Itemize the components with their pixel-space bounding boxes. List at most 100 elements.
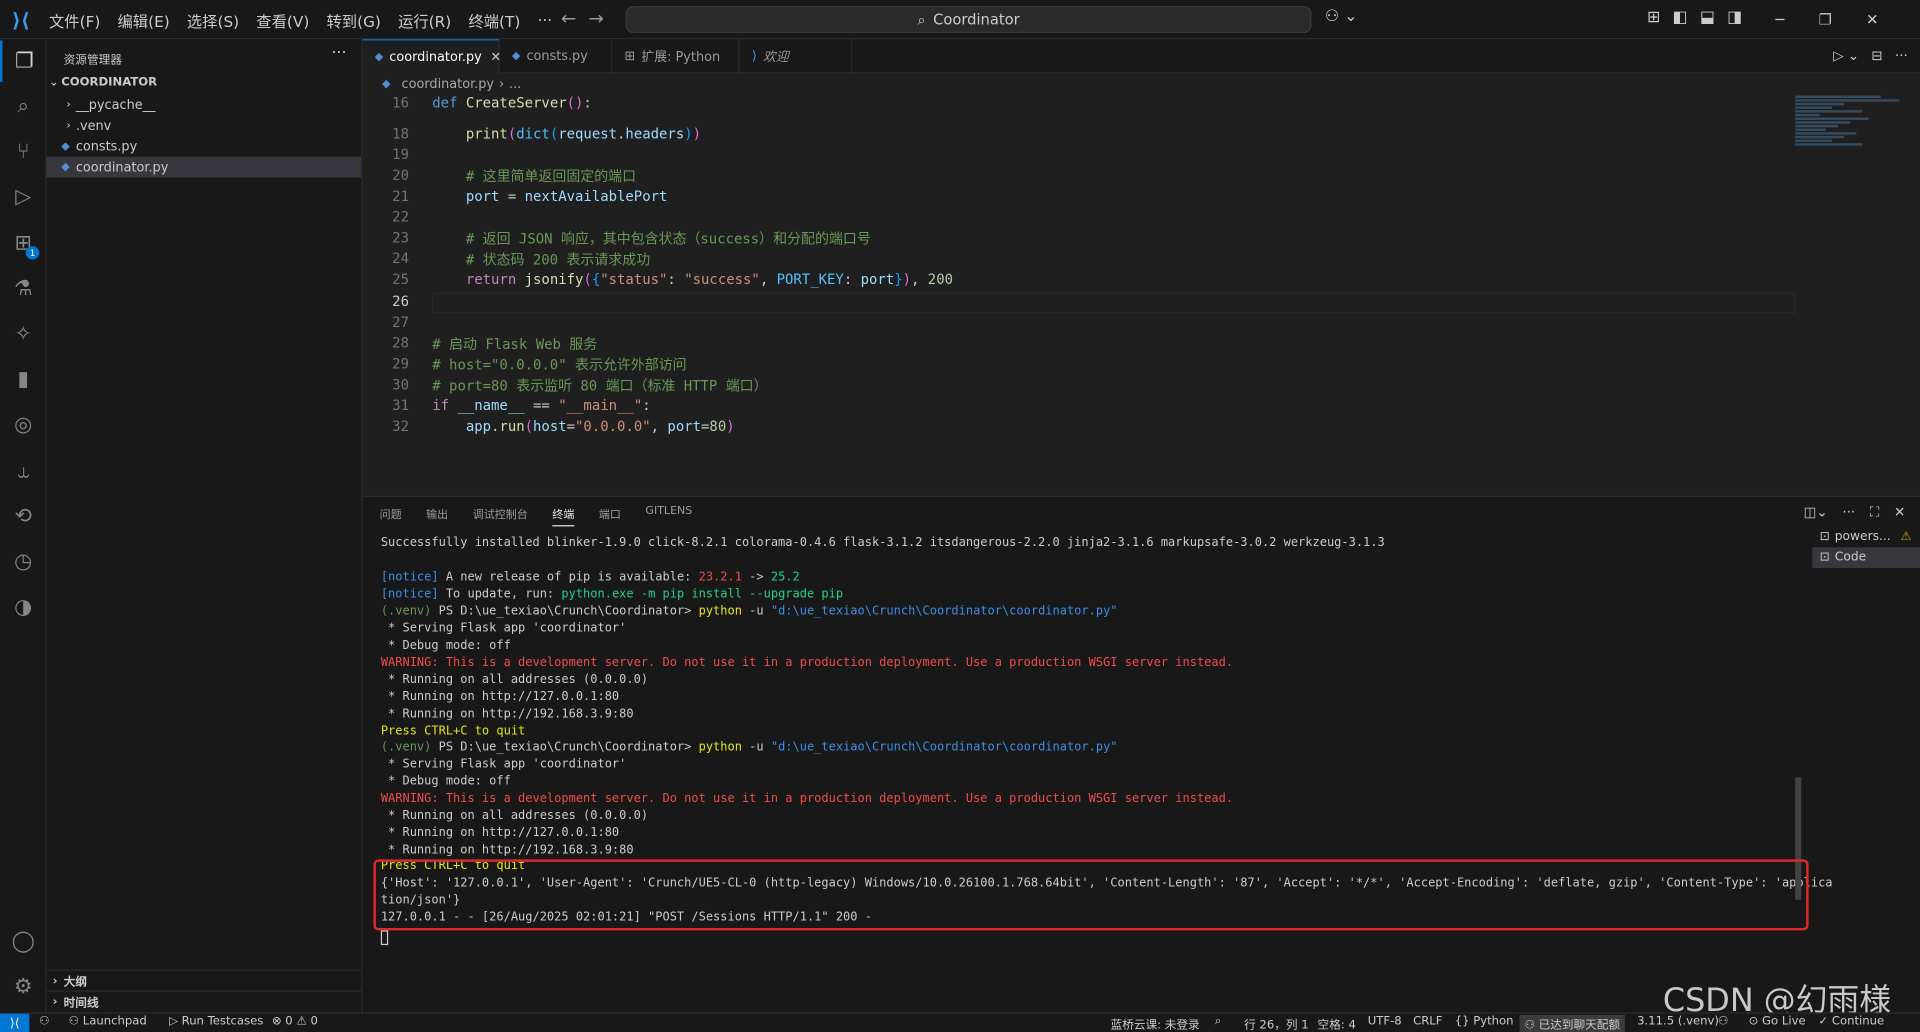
split-editor-icon[interactable]: ⊟ xyxy=(1871,48,1882,64)
explorer-icon[interactable]: ❐ xyxy=(0,40,47,83)
tree-item-consts[interactable]: ◆ consts.py xyxy=(47,136,362,157)
line-number: 22 xyxy=(392,208,409,226)
timeline-section[interactable]: › 时间线 xyxy=(46,990,362,1011)
breadcrumb-file[interactable]: coordinator.py xyxy=(402,77,495,92)
tree-item-venv[interactable]: › .venv xyxy=(47,115,362,136)
line-number: 18 xyxy=(392,124,409,143)
go-live-item[interactable]: ⊙ Go Live xyxy=(1749,1015,1806,1028)
tab-debug-console[interactable]: 调试控制台 xyxy=(473,506,528,527)
tab-coordinator[interactable]: ◆ coordinator.py ✕ xyxy=(362,39,501,74)
terminal-item-powershell[interactable]: ⊡ powers... ⚠ xyxy=(1812,526,1920,547)
terminal-item-code[interactable]: ⊡ Code xyxy=(1812,547,1920,569)
run-file-icon[interactable]: ▷ ⌄ xyxy=(1833,48,1859,64)
indentation[interactable]: 空格: 4 xyxy=(1318,1015,1356,1032)
command-center[interactable]: ⌕ Coordinator xyxy=(625,6,1312,34)
search-icon[interactable]: ⌕ xyxy=(0,86,47,128)
breadcrumb-symbol[interactable]: ... xyxy=(509,77,521,92)
menu-terminal[interactable]: 终端(T) xyxy=(468,8,520,31)
more-actions-icon[interactable]: ··· xyxy=(1895,48,1908,64)
gear-icon[interactable]: ⚙ xyxy=(0,966,47,1008)
back-arrow-icon[interactable]: ← xyxy=(561,7,576,29)
code-line: # host="0.0.0.0" 表示允许外部访问 xyxy=(432,356,687,374)
tab-gitlens[interactable]: GITLENS xyxy=(645,506,692,527)
kangaroo-icon[interactable]: ⥿ xyxy=(0,451,47,493)
charts-icon[interactable]: ▮ xyxy=(0,359,47,401)
tab-problems[interactable]: 问题 xyxy=(380,506,402,527)
python-file-icon: ◆ xyxy=(382,77,391,90)
remote-explorer-icon[interactable]: ◎ xyxy=(0,404,47,446)
copilot-icon[interactable]: ⚇ ⌄ xyxy=(1325,7,1358,25)
terminal-layout-icon[interactable]: ◫⌄ xyxy=(1804,504,1828,521)
menu-file[interactable]: 文件(F) xyxy=(49,8,100,31)
code-editor[interactable]: 16 def CreateServer(): 18 print(dict(reque… xyxy=(362,94,1796,492)
toggle-panel-icon[interactable]: ⬓ xyxy=(1700,9,1715,27)
testing-icon[interactable]: ⚗ xyxy=(0,268,47,310)
menu-run[interactable]: 运行(R) xyxy=(398,8,451,31)
remote-indicator-icon[interactable]: ⟩⟨ xyxy=(0,1013,30,1032)
code-line: return jsonify({"status": "success", POR… xyxy=(465,270,954,288)
extensions-icon[interactable]: ⊞ 1 xyxy=(0,223,47,265)
code-line: # port=80 表示监听 80 端口（标准 HTTP 端口） xyxy=(432,377,768,395)
maximize-panel-icon[interactable]: ⛶ xyxy=(1870,504,1879,521)
tab-label: 欢迎 xyxy=(762,49,789,65)
warning-icon: ⚠ xyxy=(1900,530,1912,544)
source-control-icon[interactable]: ⑂ xyxy=(0,131,47,173)
live-share-icon[interactable]: ⟲ xyxy=(0,496,47,538)
minimap[interactable] xyxy=(1795,94,1910,167)
chat-quota-status[interactable]: ⚇ 已达到聊天配额 xyxy=(1519,1014,1625,1032)
notifications-icon[interactable]: ⚇ xyxy=(1718,1015,1728,1028)
restore-icon[interactable]: ❐ xyxy=(1819,11,1832,28)
forward-arrow-icon[interactable]: → xyxy=(588,7,603,29)
cursor-position[interactable]: 行 26，列 1 xyxy=(1244,1015,1309,1032)
tab-extension-python[interactable]: ⊞ 扩展: Python xyxy=(612,39,740,74)
workspace-root[interactable]: ⌄ COORDINATOR xyxy=(47,72,362,93)
tab-welcome[interactable]: ⟩ 欢迎 xyxy=(740,39,853,74)
python-interpreter[interactable]: 3.11.5 (.venv) xyxy=(1637,1015,1719,1028)
gitlens-icon[interactable]: ✧ xyxy=(0,313,47,355)
line-number: 19 xyxy=(392,145,409,163)
tab-ports[interactable]: 端口 xyxy=(599,506,621,527)
explorer-sidebar: 资源管理器 ··· ⌄ COORDINATOR › __pycache__ › … xyxy=(46,39,363,1013)
tab-consts[interactable]: ◆ consts.py xyxy=(500,39,613,74)
menu-edit[interactable]: 编辑(E) xyxy=(117,8,169,31)
run-testcases-item[interactable]: ▷ Run Testcases xyxy=(169,1015,263,1028)
toggle-secondary-sidebar-icon[interactable]: ◨ xyxy=(1727,9,1742,27)
gitlens-status-icon[interactable]: ⚇ xyxy=(39,1015,49,1028)
encoding[interactable]: UTF-8 xyxy=(1368,1015,1402,1028)
line-ending[interactable]: CRLF xyxy=(1413,1015,1442,1028)
outline-section[interactable]: › 大纲 xyxy=(46,969,362,991)
close-panel-icon[interactable]: ✕ xyxy=(1894,504,1905,521)
code-line: if __name__ == "__main__": xyxy=(432,396,651,414)
history-icon[interactable]: ◑ xyxy=(0,586,47,628)
account-icon[interactable]: ◯ xyxy=(0,921,47,963)
problems-indicator[interactable]: ⊗ 0 ⚠ 0 xyxy=(272,1015,318,1028)
run-debug-icon[interactable]: ▷ xyxy=(0,176,47,218)
vscode-logo-icon: ⟩ xyxy=(751,48,757,64)
menu-more[interactable]: ··· xyxy=(537,10,552,28)
editor-tabs: ◆ coordinator.py ✕ ◆ consts.py ⊞ 扩展: Pyt… xyxy=(362,39,1920,74)
terminal-line: WARNING: This is a development server. D… xyxy=(380,656,1234,670)
extension-icon: ⊞ xyxy=(624,48,636,64)
tab-terminal[interactable]: 终端 xyxy=(552,506,575,527)
minimize-icon[interactable]: ─ xyxy=(1776,11,1785,28)
cloud-login-status[interactable]: 蓝桥云课: 未登录 xyxy=(1111,1015,1200,1032)
tree-item-coordinator[interactable]: ◆ coordinator.py xyxy=(46,156,362,178)
menu-view[interactable]: 查看(V) xyxy=(256,8,309,31)
toggle-sidebar-icon[interactable]: ◧ xyxy=(1673,9,1688,27)
tab-output[interactable]: 输出 xyxy=(426,506,448,527)
timeline-icon[interactable]: ◷ xyxy=(0,541,47,583)
customize-layout-icon[interactable]: ⊞ xyxy=(1647,9,1660,27)
terminal-item-label: Code xyxy=(1834,550,1867,565)
more-actions-icon[interactable]: ··· xyxy=(331,44,346,62)
menu-selection[interactable]: 选择(S) xyxy=(187,8,239,31)
language-mode[interactable]: {} Python xyxy=(1455,1015,1514,1028)
more-actions-icon[interactable]: ··· xyxy=(1842,504,1855,521)
zoom-icon[interactable]: ⌕ xyxy=(1215,1015,1222,1028)
tree-item-pycache[interactable]: › __pycache__ xyxy=(47,94,362,115)
close-icon[interactable]: ✕ xyxy=(1866,11,1878,28)
menu-go[interactable]: 转到(G) xyxy=(326,8,380,31)
code-line: port = nextAvailablePort xyxy=(465,187,668,205)
launchpad-item[interactable]: ⚇ Launchpad xyxy=(69,1015,147,1028)
continue-item[interactable]: ✓ Continue xyxy=(1818,1015,1884,1028)
terminal-line: Successfully installed blinker-1.9.0 cli… xyxy=(380,536,1385,550)
